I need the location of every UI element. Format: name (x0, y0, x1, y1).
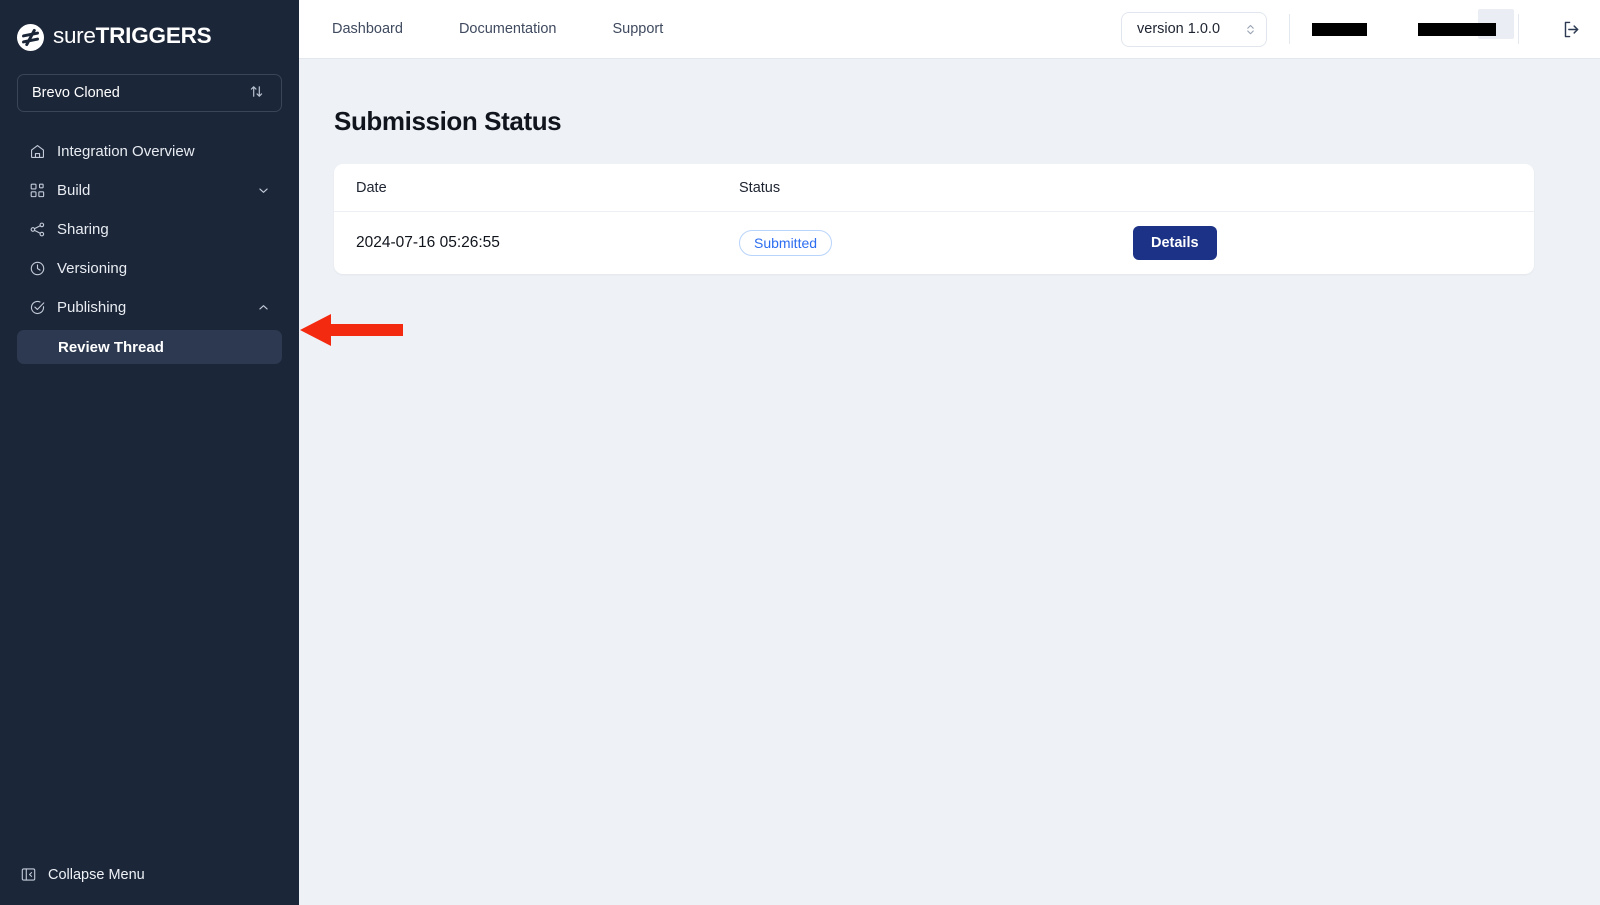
brand-text-light: sure (53, 23, 96, 48)
brand-logo[interactable]: sureTRIGGERS (0, 0, 299, 58)
submission-status-table: Date Status 2024-07-16 05:26:55 Submitte… (334, 164, 1534, 274)
sidebar-item-label: Versioning (57, 260, 270, 277)
topbar-divider-2 (1518, 14, 1519, 44)
brand-text: sureTRIGGERS (53, 25, 212, 50)
column-header-date: Date (356, 180, 739, 196)
version-select[interactable]: version 1.0.0 (1121, 12, 1267, 47)
topbar: Dashboard Documentation Support version … (299, 0, 1600, 59)
main-area: Dashboard Documentation Support version … (299, 0, 1600, 905)
account-info-redacted (1312, 23, 1496, 36)
project-selector[interactable]: Brevo Cloned (17, 74, 282, 112)
top-navigation: Dashboard Documentation Support (332, 21, 719, 37)
details-button[interactable]: Details (1133, 226, 1217, 260)
sort-updown-icon (249, 84, 267, 102)
clock-icon (29, 260, 46, 277)
sidebar-item-sharing[interactable]: Sharing (17, 210, 282, 249)
table-row: 2024-07-16 05:26:55 Submitted Details (334, 212, 1534, 274)
sidebar-item-build[interactable]: Build (17, 171, 282, 210)
chevron-updown-icon (1245, 22, 1256, 37)
sidebar-item-integration-overview[interactable]: Integration Overview (17, 132, 282, 171)
topbar-right: version 1.0.0 (1121, 12, 1582, 47)
app-root: sureTRIGGERS Brevo Cloned Integratio (0, 0, 1600, 905)
panel-collapse-icon (20, 866, 37, 883)
table-header-row: Date Status (334, 164, 1534, 212)
home-icon (29, 143, 46, 160)
project-selector-value: Brevo Cloned (32, 85, 120, 101)
redaction-bar-2 (1418, 23, 1496, 36)
sidebar-nav: Integration Overview Build (0, 132, 299, 364)
status-badge: Submitted (739, 230, 832, 256)
topnav-documentation[interactable]: Documentation (459, 21, 585, 37)
logout-icon[interactable] (1561, 19, 1582, 40)
suretriggers-logo-icon (17, 24, 44, 51)
column-header-status: Status (739, 180, 1125, 196)
sidebar-item-review-thread[interactable]: Review Thread (17, 330, 282, 364)
collapse-menu-button[interactable]: Collapse Menu (0, 866, 299, 883)
brand-text-bold: TRIGGERS (96, 23, 212, 48)
sidebar-item-label: Sharing (57, 221, 270, 238)
chevron-up-icon[interactable] (257, 301, 270, 314)
share-nodes-icon (29, 221, 46, 238)
sidebar-item-publishing[interactable]: Publishing (17, 288, 282, 327)
content-area: Submission Status Date Status 2024-07-16… (299, 59, 1600, 905)
sidebar: sureTRIGGERS Brevo Cloned Integratio (0, 0, 299, 905)
topbar-divider-1 (1289, 14, 1290, 44)
collapse-menu-label: Collapse Menu (48, 867, 145, 883)
topnav-support[interactable]: Support (612, 21, 691, 37)
check-circle-icon (29, 299, 46, 316)
sidebar-item-versioning[interactable]: Versioning (17, 249, 282, 288)
redaction-bar-2-wrap (1418, 23, 1496, 36)
page-title: Submission Status (334, 106, 1600, 137)
sidebar-subitem-label: Review Thread (58, 339, 164, 356)
sidebar-item-label: Build (57, 182, 246, 199)
chevron-down-icon[interactable] (257, 184, 270, 197)
version-select-value: version 1.0.0 (1137, 21, 1220, 37)
sidebar-item-label: Publishing (57, 299, 246, 316)
sidebar-item-label: Integration Overview (57, 143, 270, 160)
topnav-dashboard[interactable]: Dashboard (332, 21, 431, 37)
cell-date: 2024-07-16 05:26:55 (356, 234, 500, 251)
redaction-bar-1 (1312, 23, 1367, 36)
blocks-icon (29, 182, 46, 199)
